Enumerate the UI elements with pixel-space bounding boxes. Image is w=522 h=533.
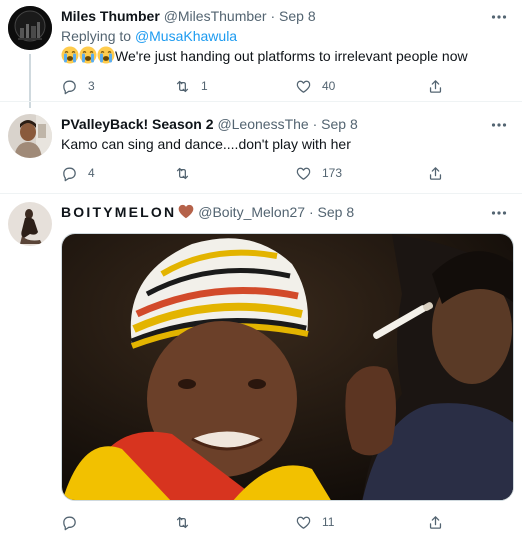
retweet-button[interactable]: 1: [174, 76, 208, 96]
share-icon: [429, 515, 442, 529]
more-options-button[interactable]: [490, 116, 508, 134]
retweet-icon: [176, 516, 189, 528]
avatar[interactable]: [8, 202, 52, 246]
loudly-crying-face-icon: [97, 46, 115, 64]
loudly-crying-face-icon: [61, 46, 79, 64]
replying-to-label: Replying to: [61, 28, 135, 44]
tweet-header: PValleyBack! Season 2 @LeonessThe · Sep …: [61, 114, 358, 134]
loudly-crying-face-icon: [79, 46, 97, 64]
tweet-actions: 11: [61, 512, 461, 532]
replying-to-line: Replying to @MusaKhawula: [61, 27, 237, 46]
like-button[interactable]: 40: [295, 76, 335, 96]
mention-link[interactable]: @MusaKhawula: [135, 28, 237, 44]
retweet-button[interactable]: [174, 512, 201, 532]
thread-line: [29, 54, 31, 108]
tweet-date[interactable]: Sep 8: [279, 8, 316, 24]
reply-icon: [63, 516, 76, 530]
user-handle[interactable]: @Boity_Melon27: [198, 204, 305, 220]
reply-button[interactable]: 3: [61, 76, 95, 96]
reply-icon: [63, 167, 76, 181]
separator-dot: ·: [270, 8, 276, 24]
more-icon: [491, 211, 507, 215]
tweet-actions: 4 173: [61, 163, 461, 183]
more-icon: [491, 15, 507, 19]
avatar-image: [8, 6, 52, 50]
display-name[interactable]: PValleyBack! Season 2: [61, 116, 214, 132]
share-icon: [429, 166, 442, 180]
share-button[interactable]: [427, 76, 444, 96]
tweet-actions: 3 1 40: [61, 76, 461, 96]
brown-heart-icon: [179, 204, 194, 219]
reply-count: 3: [88, 79, 95, 93]
tweet-image[interactable]: [61, 233, 514, 501]
user-handle[interactable]: @MilesThumber: [164, 8, 267, 24]
retweet-icon: [176, 80, 189, 92]
reply-button[interactable]: 4: [61, 163, 95, 183]
reply-button[interactable]: [61, 512, 88, 532]
reply-count: 4: [88, 166, 95, 180]
heart-icon: [296, 167, 311, 180]
tweet-date[interactable]: Sep 8: [321, 116, 358, 132]
avatar-image: [8, 202, 52, 246]
like-count: 173: [322, 166, 343, 180]
photo-woman-striped-beanie: [62, 234, 513, 500]
tweet-text: Kamo can sing and dance....don't play wi…: [61, 135, 351, 154]
more-options-button[interactable]: [490, 204, 508, 222]
retweet-button[interactable]: [174, 163, 201, 183]
more-options-button[interactable]: [490, 8, 508, 26]
reply-icon: [63, 80, 76, 94]
display-name[interactable]: Miles Thumber: [61, 8, 160, 24]
separator-dot: ·: [312, 116, 318, 132]
tweet-body: Kamo can sing and dance....don't play wi…: [61, 136, 351, 152]
like-button[interactable]: 173: [295, 163, 342, 183]
tweet-body: We're just handing out platforms to irre…: [115, 48, 468, 64]
tweet-miles-thumber[interactable]: Miles Thumber @MilesThumber · Sep 8 Repl…: [0, 0, 522, 108]
avatar[interactable]: [8, 114, 52, 158]
tweet-date[interactable]: Sep 8: [318, 204, 355, 220]
like-button[interactable]: 11: [295, 512, 334, 532]
like-count: 11: [322, 515, 335, 529]
heart-icon: [296, 80, 311, 93]
share-button[interactable]: [427, 512, 444, 532]
avatar[interactable]: [8, 6, 52, 50]
tweet-header: Miles Thumber @MilesThumber · Sep 8: [61, 6, 316, 26]
share-icon: [429, 79, 442, 93]
avatar-image: [8, 114, 52, 158]
tweet-header: BOITYMELON @Boity_Melon27 · Sep 8: [61, 202, 354, 222]
retweet-icon: [176, 167, 189, 179]
share-button[interactable]: [427, 163, 444, 183]
like-count: 40: [322, 79, 336, 93]
separator-dot: ·: [308, 204, 314, 220]
user-handle[interactable]: @LeonessThe: [217, 116, 308, 132]
more-icon: [491, 123, 507, 127]
display-name[interactable]: BOITYMELON: [61, 204, 176, 220]
tweet-text: We're just handing out platforms to irre…: [61, 46, 468, 66]
heart-icon: [296, 516, 311, 529]
retweet-count: 1: [201, 79, 208, 93]
tweet-pvalleyback[interactable]: PValleyBack! Season 2 @LeonessThe · Sep …: [0, 102, 522, 194]
